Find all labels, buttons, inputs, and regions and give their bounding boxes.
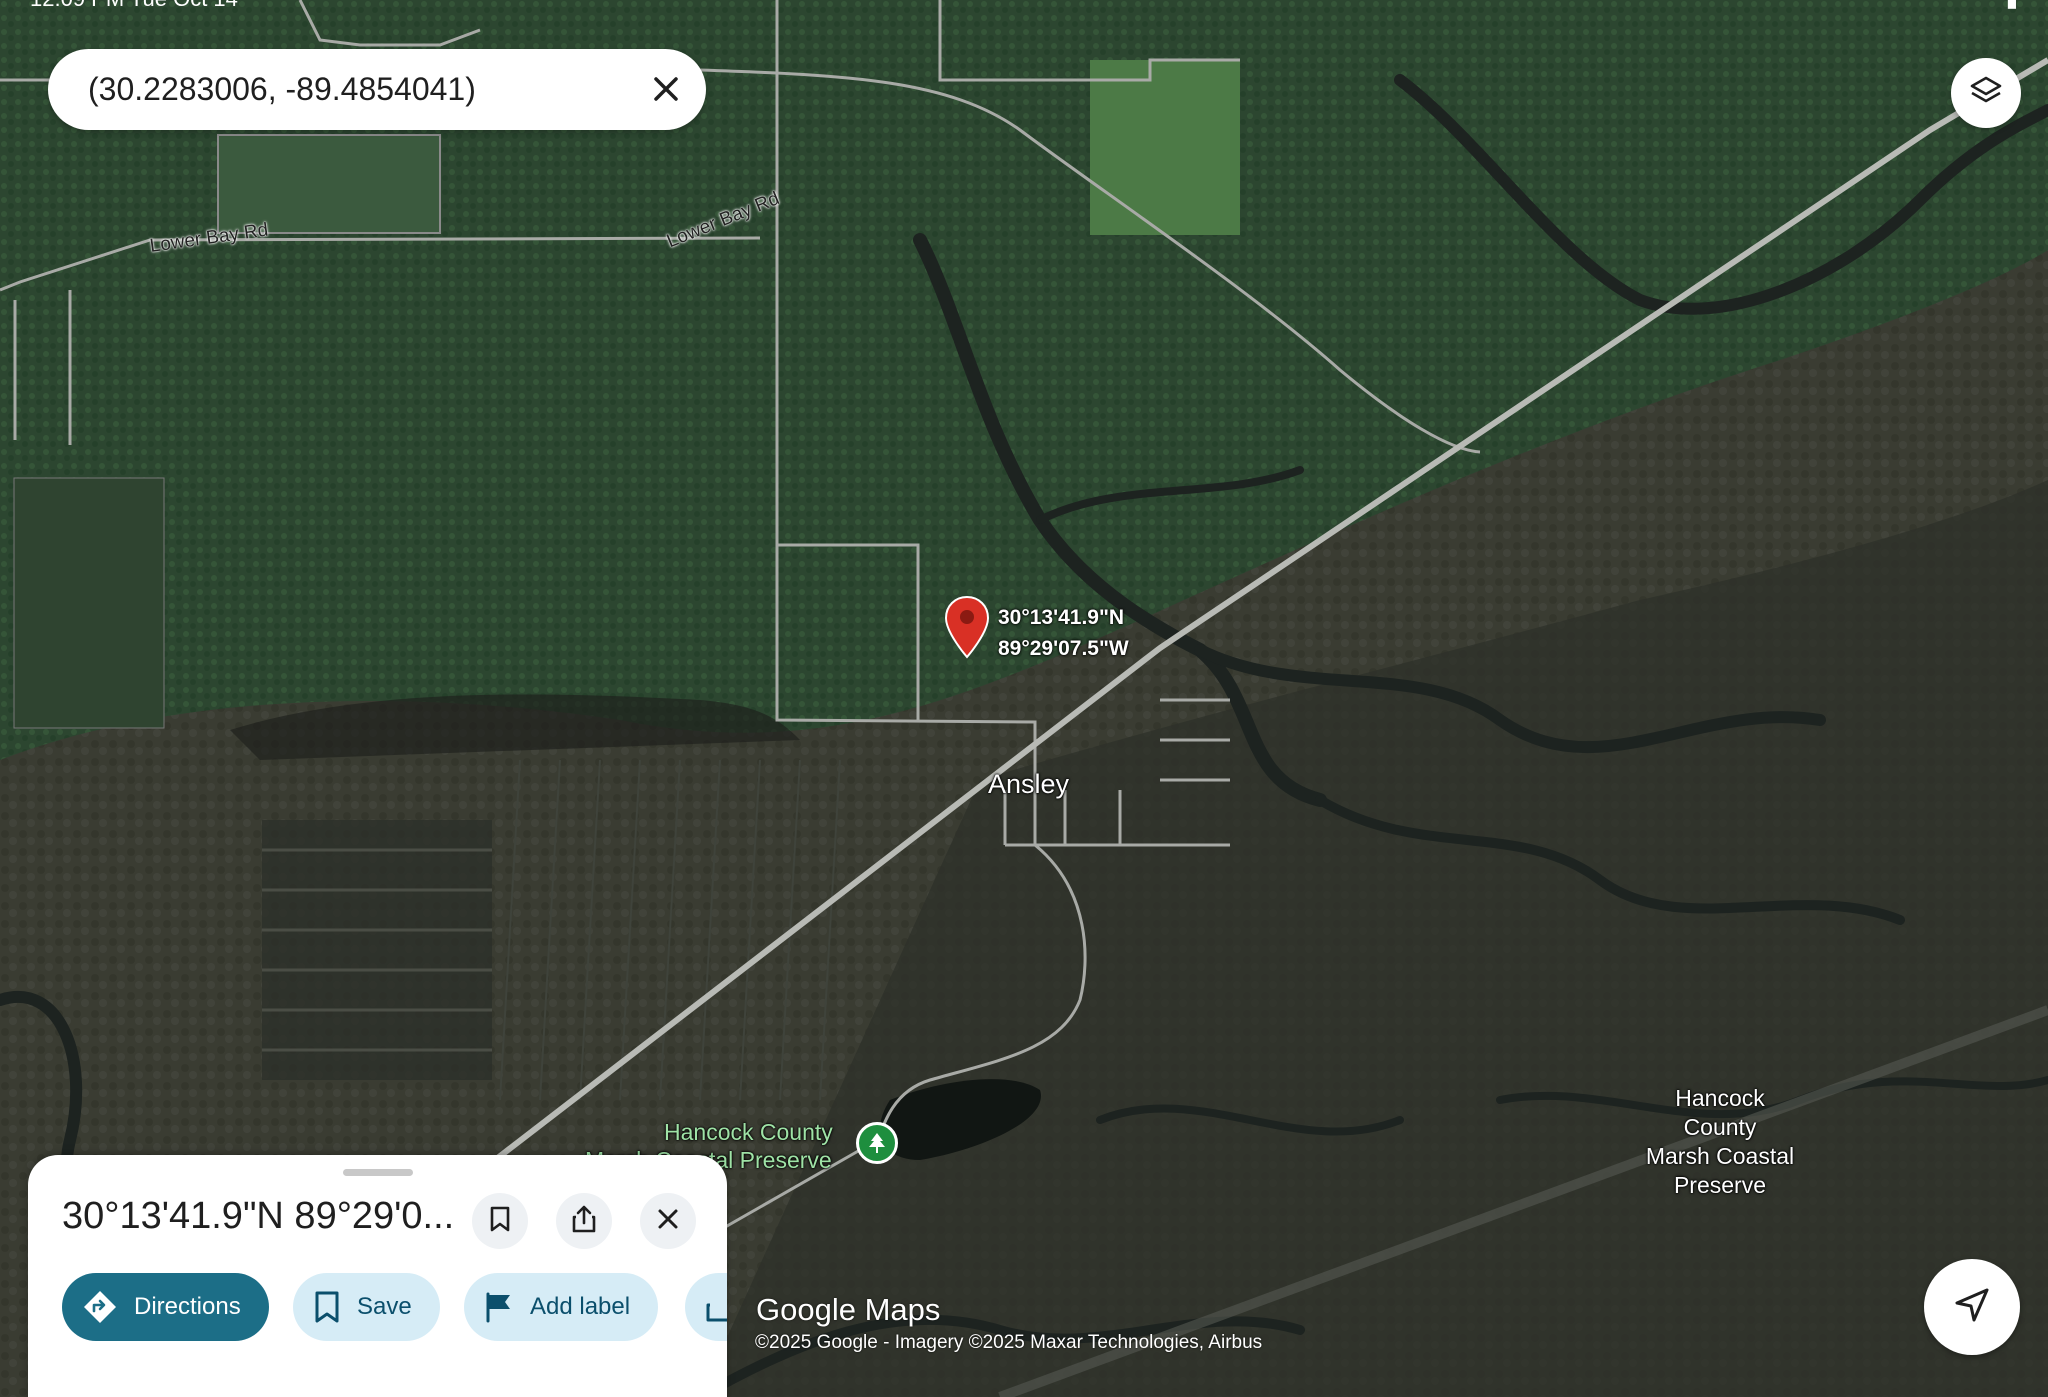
flag-icon [484,1291,514,1323]
bookmark-icon [313,1290,341,1324]
place-label-ansley[interactable]: Ansley [988,769,1069,800]
pin-lng-label: 89°29'07.5"W [998,637,1129,660]
save-label: Save [357,1293,412,1320]
navigate-button[interactable] [1924,1259,2020,1355]
place-sheet[interactable]: 30°13'41.9"N 89°29'0... Directions Save … [28,1155,727,1397]
maps-app: 12:09 PM Tue Oct 14 ▮ Lower Bay Rd Lower… [0,0,2048,1397]
google-maps-logo: Google Maps [756,1292,941,1327]
bookmark-icon [489,1205,511,1238]
park-label-line1[interactable]: Hancock County [664,1119,833,1146]
directions-button[interactable]: Directions [62,1273,269,1341]
share-chip-button[interactable] [685,1273,727,1341]
layers-button[interactable] [1951,58,2021,128]
status-bar: 12:09 PM Tue Oct 14 ▮ [0,0,2048,12]
close-sheet-button[interactable] [640,1193,696,1249]
save-icon-button[interactable] [472,1193,528,1249]
save-button[interactable]: Save [293,1273,440,1341]
close-icon [657,1208,679,1235]
battery-icon: ▮ [2006,0,2018,12]
share-icon [571,1204,597,1239]
share-icon-button[interactable] [556,1193,612,1249]
search-bar[interactable]: (30.2283006, -89.4854041) [48,49,706,130]
park-label-right-line2: County [1683,1114,1757,1140]
share-icon [705,1291,727,1323]
status-time: 12:09 PM Tue Oct 14 [30,0,238,12]
pin-coordinates-label: 30°13'41.9"N 89°29'07.5"W [998,602,1129,664]
park-label-right-line3: Marsh Coastal [1645,1143,1795,1169]
park-label-right-line1: Hancock [1675,1085,1765,1111]
layers-icon [1969,74,2003,113]
directions-icon [82,1289,118,1325]
directions-label: Directions [134,1293,241,1320]
park-tree-icon[interactable] [856,1122,898,1164]
place-title: 30°13'41.9"N 89°29'0... [62,1195,455,1237]
map-attribution[interactable]: ©2025 Google - Imagery ©2025 Maxar Techn… [755,1332,1262,1354]
dropped-pin-icon[interactable] [944,595,990,661]
add-label-button[interactable]: Add label [464,1273,659,1341]
search-input[interactable]: (30.2283006, -89.4854041) [88,71,476,108]
sheet-drag-handle[interactable] [343,1169,413,1176]
close-icon[interactable] [646,69,686,109]
navigation-arrow-icon [1953,1286,1991,1329]
pin-lat-label: 30°13'41.9"N [998,606,1125,629]
add-label-label: Add label [530,1293,631,1320]
park-label-right[interactable]: Hancock County Marsh Coastal Preserve [1640,1084,1800,1200]
park-label-right-line4: Preserve [1673,1172,1767,1198]
